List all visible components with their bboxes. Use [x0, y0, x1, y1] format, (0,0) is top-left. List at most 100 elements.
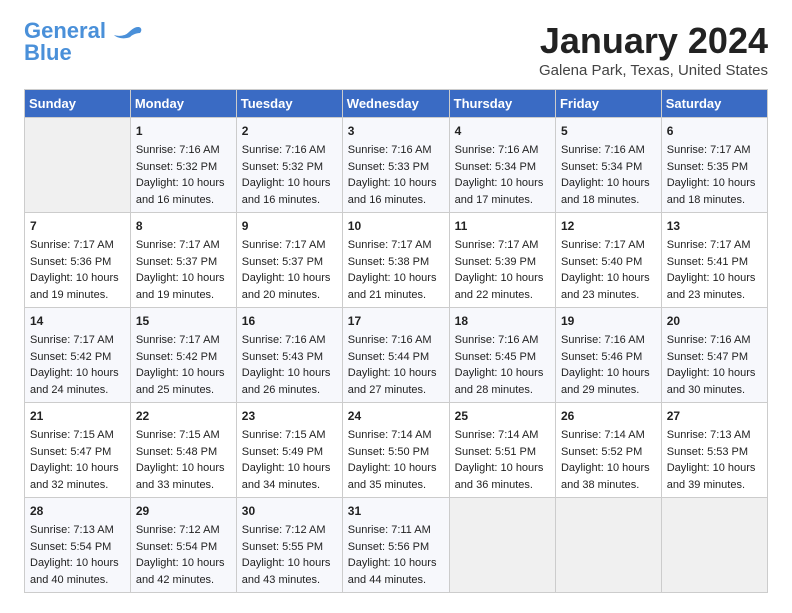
- day-info: Sunset: 5:48 PM: [136, 444, 231, 461]
- day-info: Sunset: 5:38 PM: [348, 254, 444, 271]
- col-header-tuesday: Tuesday: [236, 90, 342, 118]
- day-cell: [555, 498, 661, 593]
- day-number: 23: [242, 407, 337, 425]
- logo-text: General Blue: [24, 20, 106, 64]
- day-info: and 42 minutes.: [136, 572, 231, 589]
- day-info: Sunset: 5:47 PM: [667, 349, 762, 366]
- day-info: Sunset: 5:42 PM: [136, 349, 231, 366]
- day-number: 10: [348, 217, 444, 235]
- day-info: and 18 minutes.: [667, 192, 762, 209]
- day-info: Sunrise: 7:17 AM: [136, 237, 231, 254]
- day-info: Sunset: 5:54 PM: [136, 539, 231, 556]
- day-info: Sunrise: 7:16 AM: [561, 332, 656, 349]
- day-cell: 28Sunrise: 7:13 AMSunset: 5:54 PMDayligh…: [25, 498, 131, 593]
- day-info: Daylight: 10 hours: [455, 270, 550, 287]
- day-info: Sunset: 5:34 PM: [561, 159, 656, 176]
- day-info: and 29 minutes.: [561, 382, 656, 399]
- day-cell: 2Sunrise: 7:16 AMSunset: 5:32 PMDaylight…: [236, 118, 342, 213]
- day-info: Sunset: 5:50 PM: [348, 444, 444, 461]
- logo-bird-icon: [110, 25, 142, 49]
- col-header-monday: Monday: [130, 90, 236, 118]
- day-info: and 16 minutes.: [136, 192, 231, 209]
- day-cell: 20Sunrise: 7:16 AMSunset: 5:47 PMDayligh…: [661, 308, 767, 403]
- day-info: Daylight: 10 hours: [455, 365, 550, 382]
- day-info: Daylight: 10 hours: [348, 270, 444, 287]
- day-info: Sunset: 5:40 PM: [561, 254, 656, 271]
- day-number: 29: [136, 502, 231, 520]
- day-info: Sunset: 5:32 PM: [136, 159, 231, 176]
- day-info: and 28 minutes.: [455, 382, 550, 399]
- day-cell: 19Sunrise: 7:16 AMSunset: 5:46 PMDayligh…: [555, 308, 661, 403]
- day-info: and 26 minutes.: [242, 382, 337, 399]
- calendar-header-row: SundayMondayTuesdayWednesdayThursdayFrid…: [25, 90, 768, 118]
- col-header-thursday: Thursday: [449, 90, 555, 118]
- day-info: Sunrise: 7:16 AM: [667, 332, 762, 349]
- day-cell: 16Sunrise: 7:16 AMSunset: 5:43 PMDayligh…: [236, 308, 342, 403]
- day-info: and 36 minutes.: [455, 477, 550, 494]
- day-info: Daylight: 10 hours: [348, 555, 444, 572]
- day-info: Sunrise: 7:17 AM: [30, 237, 125, 254]
- day-info: Sunset: 5:55 PM: [242, 539, 337, 556]
- day-info: Sunrise: 7:16 AM: [348, 142, 444, 159]
- day-number: 14: [30, 312, 125, 330]
- title-block: January 2024 Galena Park, Texas, United …: [539, 20, 768, 79]
- day-info: Sunrise: 7:17 AM: [242, 237, 337, 254]
- day-number: 12: [561, 217, 656, 235]
- day-cell: 31Sunrise: 7:11 AMSunset: 5:56 PMDayligh…: [342, 498, 449, 593]
- day-cell: [661, 498, 767, 593]
- day-info: Sunrise: 7:13 AM: [30, 522, 125, 539]
- day-info: Sunset: 5:51 PM: [455, 444, 550, 461]
- day-info: Daylight: 10 hours: [348, 365, 444, 382]
- day-info: Daylight: 10 hours: [242, 270, 337, 287]
- day-number: 22: [136, 407, 231, 425]
- day-cell: 17Sunrise: 7:16 AMSunset: 5:44 PMDayligh…: [342, 308, 449, 403]
- day-cell: 18Sunrise: 7:16 AMSunset: 5:45 PMDayligh…: [449, 308, 555, 403]
- day-number: 11: [455, 217, 550, 235]
- day-number: 7: [30, 217, 125, 235]
- day-cell: 9Sunrise: 7:17 AMSunset: 5:37 PMDaylight…: [236, 213, 342, 308]
- day-info: Sunrise: 7:14 AM: [561, 427, 656, 444]
- day-cell: 4Sunrise: 7:16 AMSunset: 5:34 PMDaylight…: [449, 118, 555, 213]
- month-title: January 2024: [539, 20, 768, 62]
- day-info: Daylight: 10 hours: [667, 460, 762, 477]
- day-info: and 40 minutes.: [30, 572, 125, 589]
- day-info: Daylight: 10 hours: [136, 460, 231, 477]
- day-cell: 7Sunrise: 7:17 AMSunset: 5:36 PMDaylight…: [25, 213, 131, 308]
- day-info: Sunset: 5:47 PM: [30, 444, 125, 461]
- day-info: Sunrise: 7:17 AM: [455, 237, 550, 254]
- day-info: Sunset: 5:44 PM: [348, 349, 444, 366]
- day-number: 20: [667, 312, 762, 330]
- day-info: Sunset: 5:41 PM: [667, 254, 762, 271]
- day-info: Sunrise: 7:11 AM: [348, 522, 444, 539]
- day-info: Sunrise: 7:12 AM: [136, 522, 231, 539]
- day-info: Daylight: 10 hours: [30, 460, 125, 477]
- day-number: 1: [136, 122, 231, 140]
- day-number: 9: [242, 217, 337, 235]
- col-header-sunday: Sunday: [25, 90, 131, 118]
- day-info: Sunset: 5:52 PM: [561, 444, 656, 461]
- day-number: 4: [455, 122, 550, 140]
- day-info: Sunrise: 7:16 AM: [561, 142, 656, 159]
- day-info: and 27 minutes.: [348, 382, 444, 399]
- day-info: and 20 minutes.: [242, 287, 337, 304]
- day-number: 5: [561, 122, 656, 140]
- day-number: 25: [455, 407, 550, 425]
- day-info: Daylight: 10 hours: [455, 175, 550, 192]
- day-cell: 5Sunrise: 7:16 AMSunset: 5:34 PMDaylight…: [555, 118, 661, 213]
- day-info: Daylight: 10 hours: [242, 460, 337, 477]
- day-info: and 23 minutes.: [561, 287, 656, 304]
- day-cell: 30Sunrise: 7:12 AMSunset: 5:55 PMDayligh…: [236, 498, 342, 593]
- week-row-2: 7Sunrise: 7:17 AMSunset: 5:36 PMDaylight…: [25, 213, 768, 308]
- day-info: Sunset: 5:32 PM: [242, 159, 337, 176]
- day-info: Sunset: 5:42 PM: [30, 349, 125, 366]
- day-info: Sunset: 5:45 PM: [455, 349, 550, 366]
- day-number: 30: [242, 502, 337, 520]
- day-info: Sunset: 5:54 PM: [30, 539, 125, 556]
- col-header-wednesday: Wednesday: [342, 90, 449, 118]
- day-info: Sunrise: 7:15 AM: [30, 427, 125, 444]
- day-info: Sunrise: 7:16 AM: [136, 142, 231, 159]
- day-number: 27: [667, 407, 762, 425]
- day-info: and 23 minutes.: [667, 287, 762, 304]
- week-row-1: 1Sunrise: 7:16 AMSunset: 5:32 PMDaylight…: [25, 118, 768, 213]
- day-info: and 34 minutes.: [242, 477, 337, 494]
